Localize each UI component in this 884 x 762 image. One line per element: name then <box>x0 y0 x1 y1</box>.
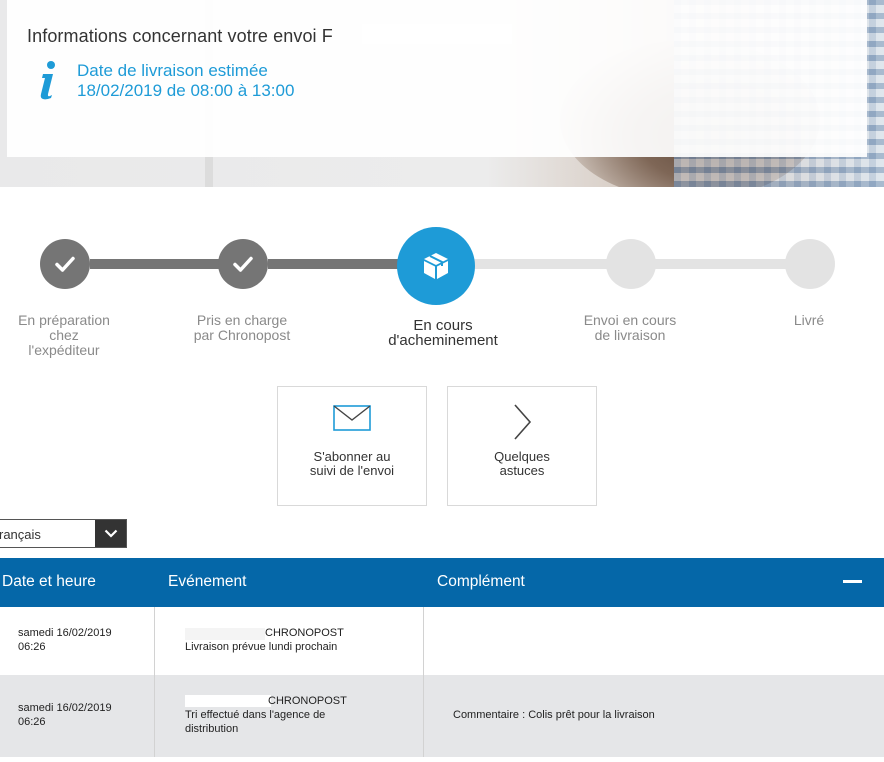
column-header-complement: Complément <box>437 573 525 590</box>
step-1-label: En préparation chez l'expéditeur <box>18 312 110 358</box>
collapse-table-button[interactable] <box>843 580 862 583</box>
column-header-date: Date et heure <box>2 573 96 590</box>
info-icon <box>40 61 55 100</box>
hero-banner: Informations concernant votre envoi F Da… <box>0 0 884 187</box>
step-3-label: En cours d'acheminement <box>388 317 498 349</box>
column-header-event: Evénement <box>168 573 247 590</box>
table-row: samedi 16/02/2019 06:26 CHRONOPOST Tri ef… <box>0 675 884 757</box>
envelope-icon <box>333 405 371 431</box>
step-4-label: Envoi en cours de livraison <box>583 312 677 343</box>
events-table-header: Date et heure Evénement Complément <box>0 558 884 607</box>
progress-bar-segment-2 <box>268 259 400 269</box>
step-3-circle <box>397 227 475 305</box>
check-icon <box>233 256 253 272</box>
subscribe-tracking-button[interactable]: S'abonner au suivi de l'envoi <box>277 386 427 506</box>
progress-bar-segment-4 <box>655 259 787 269</box>
row-date: samedi 16/02/2019 06:26 <box>18 702 112 728</box>
chevron-down-icon <box>104 529 117 538</box>
table-bottom-edge <box>0 757 884 762</box>
chevron-right-icon <box>514 404 532 440</box>
row-event: CHRONOPOST Tri effectué dans l'agence de… <box>185 695 347 735</box>
shipment-info-title: Informations concernant votre envoi F <box>27 26 333 46</box>
step-4-circle <box>606 239 656 289</box>
table-row: samedi 16/02/2019 06:26 CHRONOPOST Livrai… <box>0 607 884 675</box>
language-select[interactable]: rançais <box>0 519 127 548</box>
step-5-circle <box>785 239 835 289</box>
step-5-label: Livré <box>793 312 825 328</box>
shipment-info-card: Informations concernant votre envoi F Da… <box>7 0 867 157</box>
step-2-label: Pris en charge par Chronopost <box>193 312 291 343</box>
row-complement: Commentaire : Colis prêt pour la livrais… <box>453 709 655 721</box>
estimated-delivery-label: Date de livraison estimée <box>77 61 268 80</box>
package-box-icon <box>424 253 448 279</box>
subscribe-tracking-label: S'abonner au suivi de l'envoi <box>309 449 395 478</box>
row-date: samedi 16/02/2019 06:26 <box>18 627 112 653</box>
step-2-circle <box>218 239 268 289</box>
check-icon <box>55 256 75 272</box>
progress-bar-segment-1 <box>90 259 220 269</box>
step-1-circle <box>40 239 90 289</box>
language-dropdown-toggle[interactable] <box>95 520 126 547</box>
progress-bar-segment-3 <box>474 259 608 269</box>
tips-label: Quelques astuces <box>494 449 550 478</box>
row-event: CHRONOPOST Livraison prévue lundi procha… <box>185 627 344 653</box>
tips-button[interactable]: Quelques astuces <box>447 386 597 506</box>
language-selected-value: rançais <box>0 527 41 542</box>
redacted-tracking-number <box>362 24 512 44</box>
estimated-delivery-date: 18/02/2019 de 08:00 à 13:00 <box>77 81 295 100</box>
